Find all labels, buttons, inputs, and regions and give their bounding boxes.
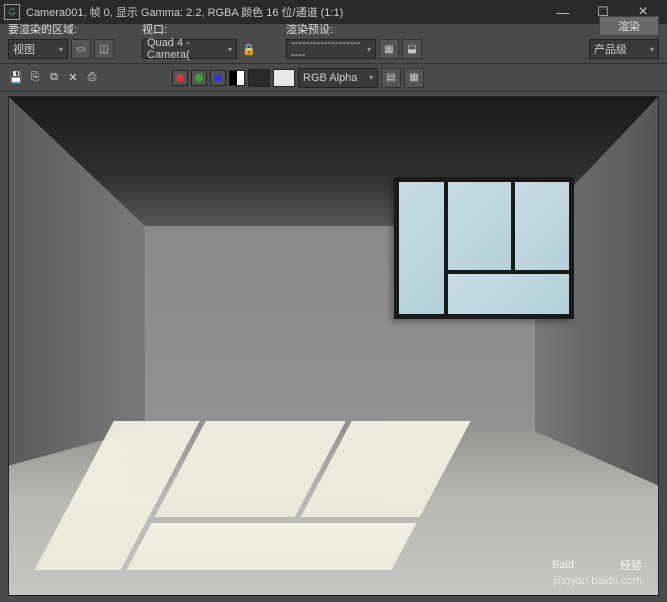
green-channel-button[interactable]	[191, 70, 207, 86]
red-channel-button[interactable]	[172, 70, 188, 86]
crop-button[interactable]: ◫	[94, 39, 114, 59]
chevron-down-icon: ▾	[59, 45, 63, 54]
area-label: 要渲染的区域:	[8, 21, 114, 37]
display-mode1-button[interactable]: ▤	[381, 68, 401, 88]
chevron-down-icon: ▾	[369, 73, 373, 82]
color-swatch-light[interactable]	[273, 69, 295, 87]
print-icon[interactable]: ⎙	[84, 70, 100, 86]
viewport-dropdown[interactable]: Quad 4 - Camera(▾	[142, 39, 237, 59]
clone-icon[interactable]: ⧉	[46, 70, 62, 86]
preset-dropdown[interactable]: -----------------------▾	[286, 39, 376, 59]
save-icon[interactable]: 💾	[8, 70, 24, 86]
watermark: 经验 jingyan.baidu.com	[553, 557, 642, 587]
quality-dropdown[interactable]: 产品级▾	[589, 39, 659, 59]
viewport-label: 视口:	[142, 21, 258, 37]
alpha-channel-button[interactable]	[229, 70, 245, 86]
preset-action2-button[interactable]: ⬓	[402, 39, 422, 59]
clear-icon[interactable]: ✕	[65, 70, 81, 86]
area-dropdown[interactable]: 视图▾	[8, 39, 68, 59]
channel-dropdown[interactable]: RGB Alpha▾	[298, 68, 378, 88]
preset-action1-button[interactable]: ▦	[379, 39, 399, 59]
room-window	[394, 177, 574, 319]
blue-channel-button[interactable]	[210, 70, 226, 86]
window-title: Camera001, 帧 0, 显示 Gamma: 2.2, RGBA 颜色 1…	[26, 4, 543, 20]
app-icon: G	[4, 4, 20, 20]
chevron-down-icon: ▾	[650, 45, 654, 54]
lock-icon[interactable]: 🔒	[240, 40, 258, 58]
preset-label: 渲染预设:	[286, 21, 422, 37]
copy-icon[interactable]: ⎘	[27, 70, 43, 86]
display-mode2-button[interactable]: ▦	[404, 68, 424, 88]
chevron-down-icon: ▾	[228, 45, 232, 54]
minimize-button[interactable]: —	[543, 0, 583, 24]
chevron-down-icon: ▾	[367, 45, 371, 54]
render-button[interactable]: 渲染	[599, 16, 659, 36]
color-swatch-dark[interactable]	[248, 69, 270, 87]
render-viewport: Baid 经验 jingyan.baidu.com	[8, 96, 659, 596]
region-button[interactable]: ▭	[71, 39, 91, 59]
